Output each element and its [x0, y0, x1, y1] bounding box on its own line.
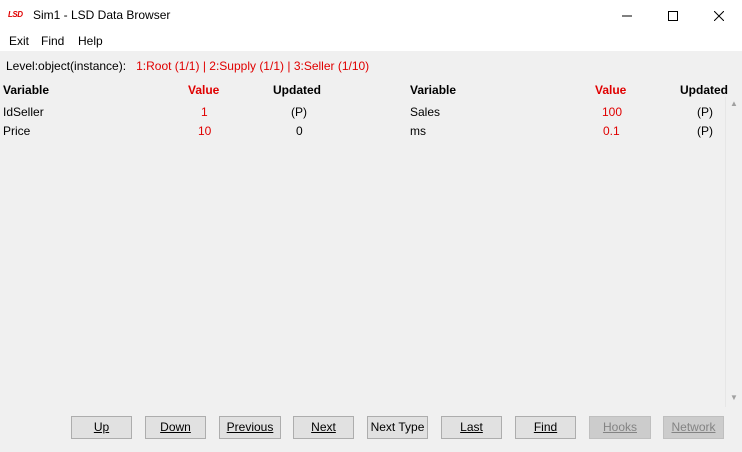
variable-updated: (P) [291, 105, 307, 119]
menu-bar: Exit Find Help [0, 31, 742, 51]
close-button[interactable] [696, 0, 742, 31]
next-type-button[interactable]: Next Type [367, 416, 428, 439]
level-seller-link[interactable]: 3:Seller (1/10) [294, 59, 369, 73]
last-button[interactable]: Last [441, 416, 502, 439]
minimize-button[interactable] [604, 0, 650, 31]
up-button[interactable]: Up [71, 416, 132, 439]
header-value-right: Value [595, 83, 627, 97]
maximize-button[interactable] [650, 0, 696, 31]
scroll-up-icon[interactable]: ▲ [730, 99, 738, 108]
find-button[interactable]: Find [515, 416, 576, 439]
previous-button[interactable]: Previous [219, 416, 281, 439]
level-root-link[interactable]: 1:Root (1/1) [136, 59, 199, 73]
header-value-left: Value [188, 83, 220, 97]
variable-value[interactable]: 100 [602, 105, 622, 119]
window-title: Sim1 - LSD Data Browser [33, 8, 171, 22]
level-supply-link[interactable]: 2:Supply (1/1) [209, 59, 284, 73]
vertical-scrollbar[interactable]: ▲ ▼ [725, 97, 742, 407]
scroll-down-icon[interactable]: ▼ [730, 393, 738, 402]
app-logo-icon: LSD [8, 10, 23, 19]
hooks-button[interactable]: Hooks [589, 416, 651, 439]
variable-name[interactable]: Sales [410, 105, 440, 119]
variable-value[interactable]: 1 [201, 105, 208, 119]
level-separator: | [202, 59, 206, 73]
variable-value[interactable]: 0.1 [603, 124, 620, 138]
header-updated-right: Updated [680, 83, 728, 97]
variable-updated: (P) [697, 105, 713, 119]
header-updated-left: Updated [273, 83, 321, 97]
next-button[interactable]: Next [293, 416, 354, 439]
level-breadcrumb: Level:object(instance): 1:Root (1/1) | 2… [6, 59, 369, 73]
variable-name[interactable]: IdSeller [3, 105, 44, 119]
maximize-icon [668, 10, 678, 21]
close-icon [714, 10, 724, 21]
menu-help[interactable]: Help [78, 34, 103, 48]
network-button[interactable]: Network [663, 416, 724, 439]
variable-updated: (P) [697, 124, 713, 138]
title-bar: LSD Sim1 - LSD Data Browser [0, 0, 742, 31]
level-label: Level:object(instance): [6, 59, 127, 73]
variable-value[interactable]: 10 [198, 124, 211, 138]
variable-name[interactable]: ms [410, 124, 426, 138]
minimize-icon [622, 15, 632, 16]
variable-updated: 0 [296, 124, 303, 138]
menu-find[interactable]: Find [41, 34, 64, 48]
down-button[interactable]: Down [145, 416, 206, 439]
header-variable-right: Variable [410, 83, 457, 97]
level-separator: | [287, 59, 291, 73]
menu-exit[interactable]: Exit [9, 34, 29, 48]
header-variable-left: Variable [3, 83, 50, 97]
variable-name[interactable]: Price [3, 124, 30, 138]
